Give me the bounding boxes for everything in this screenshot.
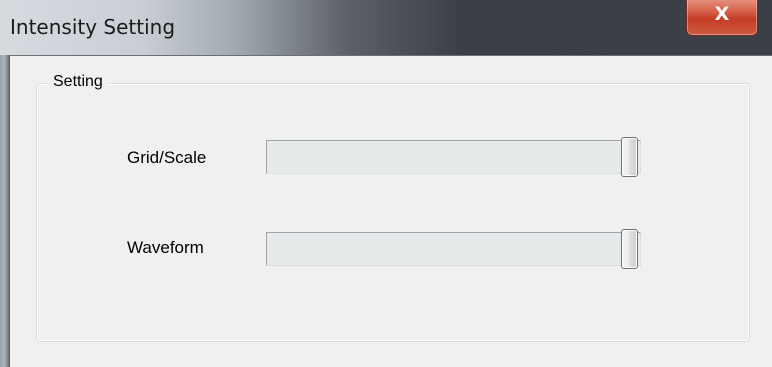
close-button[interactable]: X bbox=[686, 0, 758, 36]
groupbox-legend: Setting bbox=[47, 72, 109, 92]
grid-scale-slider-thumb[interactable] bbox=[621, 137, 638, 177]
intensity-setting-dialog: Intensity Setting X Setting Grid/Scale W… bbox=[0, 0, 772, 367]
window-frame-left bbox=[0, 55, 10, 367]
window-title: Intensity Setting bbox=[10, 15, 176, 39]
waveform-slider-thumb[interactable] bbox=[621, 229, 638, 269]
grid-scale-slider[interactable] bbox=[266, 137, 641, 177]
title-bar[interactable]: Intensity Setting X bbox=[0, 0, 772, 55]
close-icon: X bbox=[714, 3, 730, 25]
waveform-slider[interactable] bbox=[266, 229, 641, 269]
grid-scale-label: Grid/Scale bbox=[127, 148, 207, 167]
waveform-label: Waveform bbox=[127, 238, 204, 257]
setting-groupbox bbox=[36, 83, 750, 342]
